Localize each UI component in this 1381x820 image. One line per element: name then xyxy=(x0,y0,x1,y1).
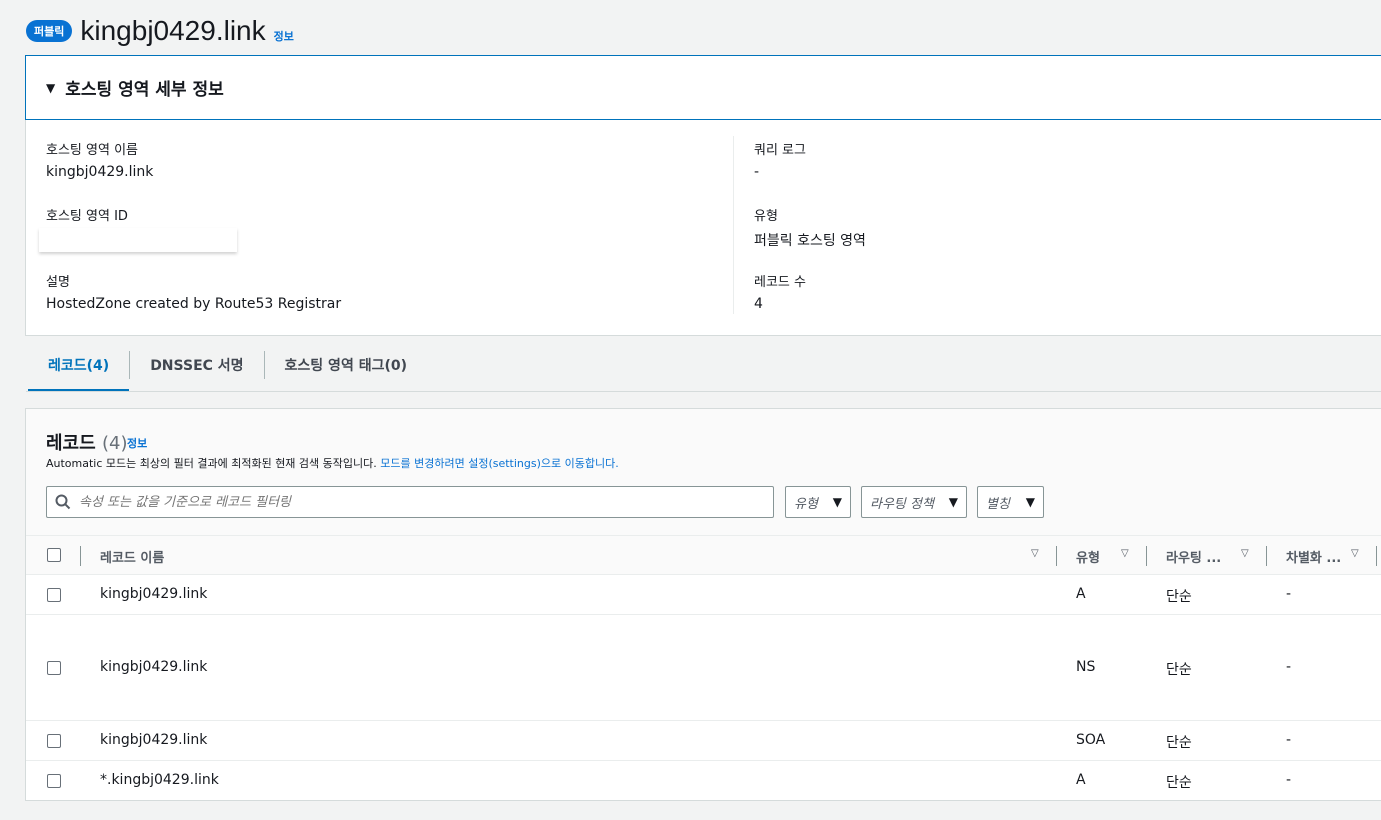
page-header: 퍼블릭 kingbj0429.link 정보 xyxy=(26,14,294,48)
tab-bar: 레코드(4) DNSSEC 서명 호스팅 영역 태그(0) xyxy=(28,338,427,392)
type-value: 퍼블릭 호스팅 영역 xyxy=(754,233,866,249)
record-routing: 단순 xyxy=(1166,662,1192,678)
records-panel: 레코드 (4) 정보 Automatic 모드는 최상의 필터 결과에 최적화된… xyxy=(25,408,1381,801)
hosted-zone-id-redacted xyxy=(39,228,237,252)
column-divider xyxy=(733,136,734,314)
tab-dnssec[interactable]: DNSSEC 서명 xyxy=(130,338,263,392)
records-title: 레코드 (4) xyxy=(46,429,127,455)
column-separator xyxy=(1376,546,1377,566)
caret-down-icon: ▼ xyxy=(1025,495,1035,509)
row-checkbox[interactable] xyxy=(47,661,61,675)
query-log-label: 쿼리 로그 xyxy=(754,143,806,158)
record-differentiator: - xyxy=(1286,772,1292,788)
select-all-checkbox[interactable] xyxy=(47,548,61,562)
column-header-differentiator[interactable]: 차별화 ... xyxy=(1286,536,1341,576)
record-differentiator: - xyxy=(1286,659,1292,675)
public-badge: 퍼블릭 xyxy=(26,20,73,42)
search-input[interactable] xyxy=(79,494,773,510)
caret-down-icon: ▼ xyxy=(832,495,842,509)
record-routing: 단순 xyxy=(1166,735,1192,751)
table-header: 레코드 이름 ▽ 유형 ▽ 라우팅 ... ▽ 차별화 ... ▽ xyxy=(26,535,1381,575)
sort-icon[interactable]: ▽ xyxy=(1241,548,1249,559)
page-title: kingbj0429.link xyxy=(80,15,266,46)
record-routing: 단순 xyxy=(1166,589,1192,605)
details-title: 호스팅 영역 세부 정보 xyxy=(65,80,224,100)
records-description: Automatic 모드는 최상의 필터 결과에 최적화된 현재 검색 동작입니… xyxy=(46,455,619,471)
records-desc-text: Automatic 모드는 최상의 필터 결과에 최적화된 현재 검색 동작입니… xyxy=(46,457,377,470)
record-differentiator: - xyxy=(1286,732,1292,748)
column-header-type[interactable]: 유형 xyxy=(1076,536,1100,576)
tab-records[interactable]: 레코드(4) xyxy=(28,338,130,392)
column-separator xyxy=(1146,546,1147,566)
type-filter-dropdown[interactable]: 유형 ▼ xyxy=(785,486,851,518)
record-type: SOA xyxy=(1076,732,1106,748)
record-filter-search[interactable] xyxy=(46,486,774,518)
description-value: HostedZone created by Route53 Registrar xyxy=(46,296,342,312)
table-row[interactable]: kingbj0429.link SOA 단순 - xyxy=(26,721,1381,761)
record-count-label: 레코드 수 xyxy=(754,275,806,290)
row-checkbox[interactable] xyxy=(47,774,61,788)
column-separator xyxy=(1056,546,1057,566)
query-log-value: - xyxy=(754,164,760,180)
records-count: (4) xyxy=(101,433,128,454)
hosted-zone-name-value: kingbj0429.link xyxy=(46,164,154,180)
hosted-zone-details-panel: ▼ 호스팅 영역 세부 정보 호스팅 영역 이름 kingbj0429.link… xyxy=(25,55,1381,336)
alias-filter-label: 별칭 xyxy=(986,496,1010,512)
records-info-link[interactable]: 정보 xyxy=(127,435,147,451)
hosted-zone-id-label: 호스팅 영역 ID xyxy=(46,209,128,224)
routing-filter-label: 라우팅 정책 xyxy=(870,496,934,512)
column-header-routing-policy[interactable]: 라우팅 ... xyxy=(1166,536,1221,576)
column-header-record-name[interactable]: 레코드 이름 xyxy=(100,536,164,576)
record-count-value: 4 xyxy=(754,296,763,312)
record-routing: 단순 xyxy=(1166,775,1192,791)
row-checkbox[interactable] xyxy=(47,588,61,602)
record-differentiator: - xyxy=(1286,586,1292,602)
type-label: 유형 xyxy=(754,209,778,224)
sort-icon[interactable]: ▽ xyxy=(1121,548,1129,559)
record-name: *.kingbj0429.link xyxy=(100,772,219,788)
record-name: kingbj0429.link xyxy=(100,659,208,675)
table-row[interactable]: kingbj0429.link A 단순 - xyxy=(26,575,1381,615)
description-label: 설명 xyxy=(46,275,70,290)
hosted-zone-name-label: 호스팅 영역 이름 xyxy=(46,143,138,158)
record-type: A xyxy=(1076,772,1086,788)
records-header: 레코드 (4) 정보 Automatic 모드는 최상의 필터 결과에 최적화된… xyxy=(26,409,1381,535)
details-expander[interactable]: ▼ 호스팅 영역 세부 정보 xyxy=(25,55,1381,120)
settings-link[interactable]: 모드를 변경하려면 설정(settings)으로 이동합니다. xyxy=(380,457,618,470)
alias-filter-dropdown[interactable]: 별칭 ▼ xyxy=(977,486,1044,518)
type-filter-label: 유형 xyxy=(794,496,818,512)
sort-icon[interactable]: ▽ xyxy=(1351,548,1359,559)
table-row[interactable]: kingbj0429.link NS 단순 - xyxy=(26,615,1381,721)
row-checkbox[interactable] xyxy=(47,734,61,748)
record-type: NS xyxy=(1076,659,1096,675)
table-row[interactable]: *.kingbj0429.link A 단순 - xyxy=(26,761,1381,801)
info-link[interactable]: 정보 xyxy=(274,28,294,44)
column-separator xyxy=(80,546,81,566)
routing-policy-filter-dropdown[interactable]: 라우팅 정책 ▼ xyxy=(861,486,967,518)
column-separator xyxy=(1266,546,1267,566)
sort-icon[interactable]: ▽ xyxy=(1031,548,1039,559)
record-type: A xyxy=(1076,586,1086,602)
caret-down-icon: ▼ xyxy=(46,80,56,95)
caret-down-icon: ▼ xyxy=(948,495,958,509)
record-name: kingbj0429.link xyxy=(100,586,208,602)
tabs-divider xyxy=(26,391,1381,392)
tab-tags[interactable]: 호스팅 영역 태그(0) xyxy=(265,338,427,392)
records-title-text: 레코드 xyxy=(46,433,96,454)
record-name: kingbj0429.link xyxy=(100,732,208,748)
search-icon xyxy=(55,494,71,510)
